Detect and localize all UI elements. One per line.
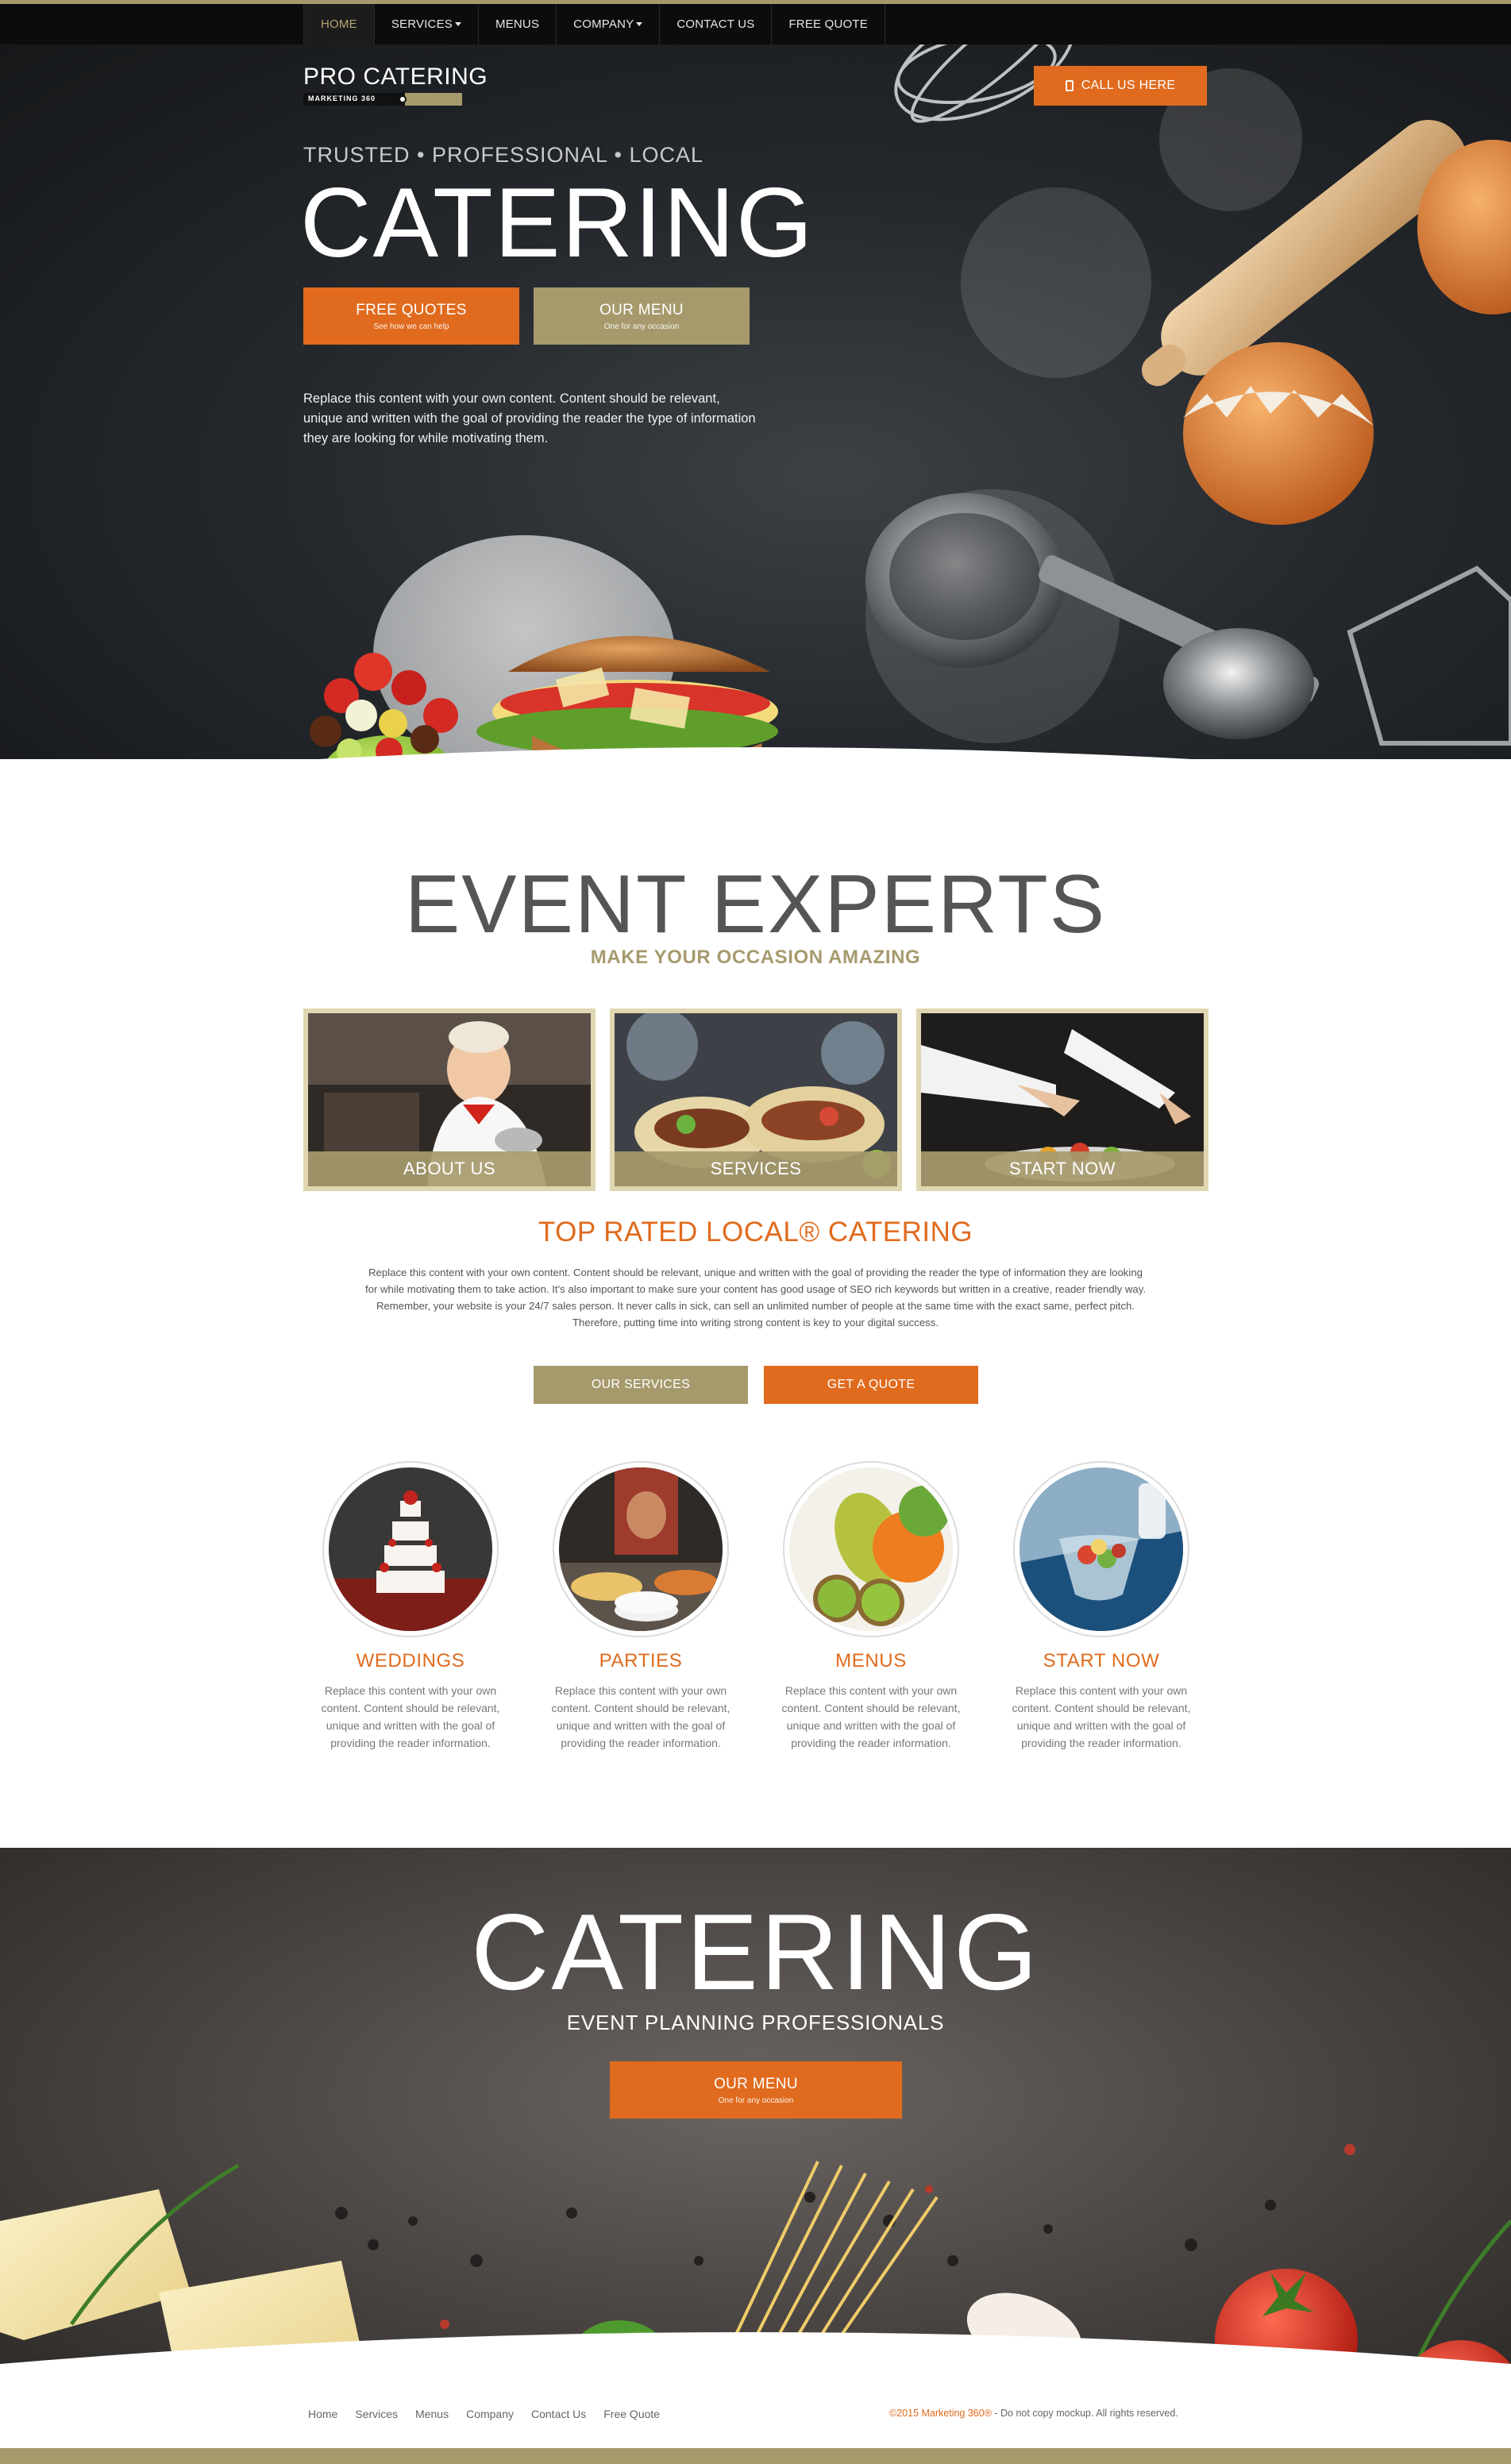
nav-label: HOME (321, 17, 357, 31)
our-menu-label: OUR MENU (599, 301, 684, 318)
start-now-text: Replace this content with your own conte… (1012, 1684, 1191, 1749)
nav-label: MENUS (495, 17, 540, 31)
nav-item-home[interactable]: HOME (304, 4, 375, 44)
services-card[interactable]: SERVICES (610, 1008, 902, 1191)
footer-link-menus[interactable]: Menus (415, 2408, 449, 2420)
copyright-text: - Do not copy mockup. All rights reserve… (991, 2408, 1178, 2419)
start-now-title: START NOW (1043, 1650, 1160, 1672)
logo-title: PRO CATERING (303, 64, 488, 90)
nav-item-free-quote[interactable]: FREE QUOTE (772, 4, 885, 44)
nav-label: COMPANY (573, 17, 634, 31)
party-buffet-image (559, 1467, 723, 1631)
banner-our-menu-label: OUR MENU (714, 2075, 798, 2092)
our-services-label: OUR SERVICES (591, 1378, 691, 1391)
nav-label: FREE QUOTE (788, 17, 868, 31)
phone-icon (1065, 80, 1074, 91)
our-services-button[interactable]: OUR SERVICES (534, 1366, 748, 1404)
menus-image-frame[interactable] (783, 1461, 959, 1637)
nav-item-company[interactable]: COMPANY (557, 4, 661, 44)
logo-badge-text: MARKETING 360 (303, 93, 405, 106)
footer-link-company[interactable]: Company (466, 2408, 514, 2420)
banner-our-menu-sublabel: One for any occasion (718, 2096, 794, 2105)
banner-our-menu-button[interactable]: OUR MENU One for any occasion (610, 2061, 902, 2119)
footer-link-home[interactable]: Home (308, 2408, 337, 2420)
free-quotes-label: FREE QUOTES (356, 301, 467, 318)
feature-start-now: START NOW Replace this content with your… (994, 1461, 1208, 1752)
footer-links: Home Services Menus Company Contact Us F… (308, 2408, 660, 2420)
copyright-brand[interactable]: ©2015 Marketing 360® (889, 2408, 992, 2419)
nav-item-menus[interactable]: MENUS (479, 4, 557, 44)
nav-label: CONTACT US (676, 17, 755, 31)
footer-link-services[interactable]: Services (355, 2408, 398, 2420)
feature-menus: MENUS Replace this content with your own… (764, 1461, 978, 1752)
start-now-card[interactable]: START NOW (916, 1008, 1208, 1191)
weddings-text: Replace this content with your own conte… (321, 1684, 500, 1749)
footer-link-contact-us[interactable]: Contact Us (531, 2408, 586, 2420)
start-now-label: START NOW (921, 1151, 1204, 1186)
menus-text: Replace this content with your own conte… (781, 1684, 961, 1749)
hero-bottom-curve (319, 747, 1191, 759)
hero-title: CATERING (300, 168, 815, 278)
banner-subtitle: EVENT PLANNING PROFESSIONALS (566, 2011, 945, 2034)
about-us-card[interactable]: ABOUT US (303, 1008, 596, 1191)
banner-bottom-curve (0, 2332, 1511, 2404)
about-us-label: ABOUT US (308, 1151, 591, 1186)
salad-glass-image (1020, 1467, 1183, 1631)
feature-weddings: WEDDINGS Replace this content with your … (303, 1461, 518, 1752)
top-rated-text: Replace this content with your own conte… (364, 1267, 1146, 1328)
nav-item-contact-us[interactable]: CONTACT US (660, 4, 773, 44)
caret-down-icon (636, 22, 643, 26)
hero-description: Replace this content with your own conte… (303, 391, 756, 445)
get-a-quote-label: GET A QUOTE (827, 1378, 915, 1391)
event-experts-subtitle: MAKE YOUR OCCASION AMAZING (590, 947, 921, 968)
get-a-quote-button[interactable]: GET A QUOTE (764, 1366, 978, 1404)
site-logo[interactable]: PRO CATERING MARKETING 360 (303, 64, 488, 106)
parties-image-frame[interactable] (553, 1461, 729, 1637)
start-now-image-frame[interactable] (1013, 1461, 1189, 1637)
free-quotes-button[interactable]: FREE QUOTES See how we can help (303, 287, 519, 345)
parties-title: PARTIES (599, 1650, 683, 1672)
our-menu-sublabel: One for any occasion (603, 322, 680, 331)
wedding-cake-image (329, 1467, 492, 1631)
copyright-notice: ©2015 Marketing 360® - Do not copy mocku… (889, 2408, 1178, 2419)
menus-title: MENUS (835, 1650, 907, 1672)
weddings-image-frame[interactable] (322, 1461, 499, 1637)
services-label: SERVICES (615, 1151, 897, 1186)
banner-title: CATERING (471, 1891, 1040, 2012)
nav-item-services[interactable]: SERVICES (375, 4, 479, 44)
logo-dot-icon (399, 95, 407, 103)
feature-parties: PARTIES Replace this content with your o… (534, 1461, 748, 1752)
nav-menu: HOME SERVICES MENUS COMPANY CONTACT US F… (303, 4, 885, 44)
event-experts-title: EVENT EXPERTS (404, 858, 1107, 951)
logo-badge: MARKETING 360 (303, 93, 462, 106)
free-quotes-sublabel: See how we can help (373, 322, 449, 331)
weddings-title: WEDDINGS (356, 1650, 465, 1672)
nav-label: SERVICES (391, 17, 453, 31)
caret-down-icon (455, 22, 461, 26)
hero-tagline: TRUSTED • PROFESSIONAL • LOCAL (303, 143, 704, 167)
fruit-image (789, 1467, 953, 1631)
parties-text: Replace this content with your own conte… (551, 1684, 730, 1749)
our-menu-button[interactable]: OUR MENU One for any occasion (534, 287, 750, 345)
footer-link-free-quote[interactable]: Free Quote (603, 2408, 660, 2420)
call-us-label: CALL US HERE (1081, 79, 1176, 92)
call-us-button[interactable]: CALL US HERE (1034, 66, 1207, 106)
top-rated-title: TOP RATED LOCAL® CATERING (538, 1217, 973, 1247)
footer-bar (0, 2448, 1511, 2464)
top-navigation: HOME SERVICES MENUS COMPANY CONTACT US F… (0, 0, 1511, 44)
